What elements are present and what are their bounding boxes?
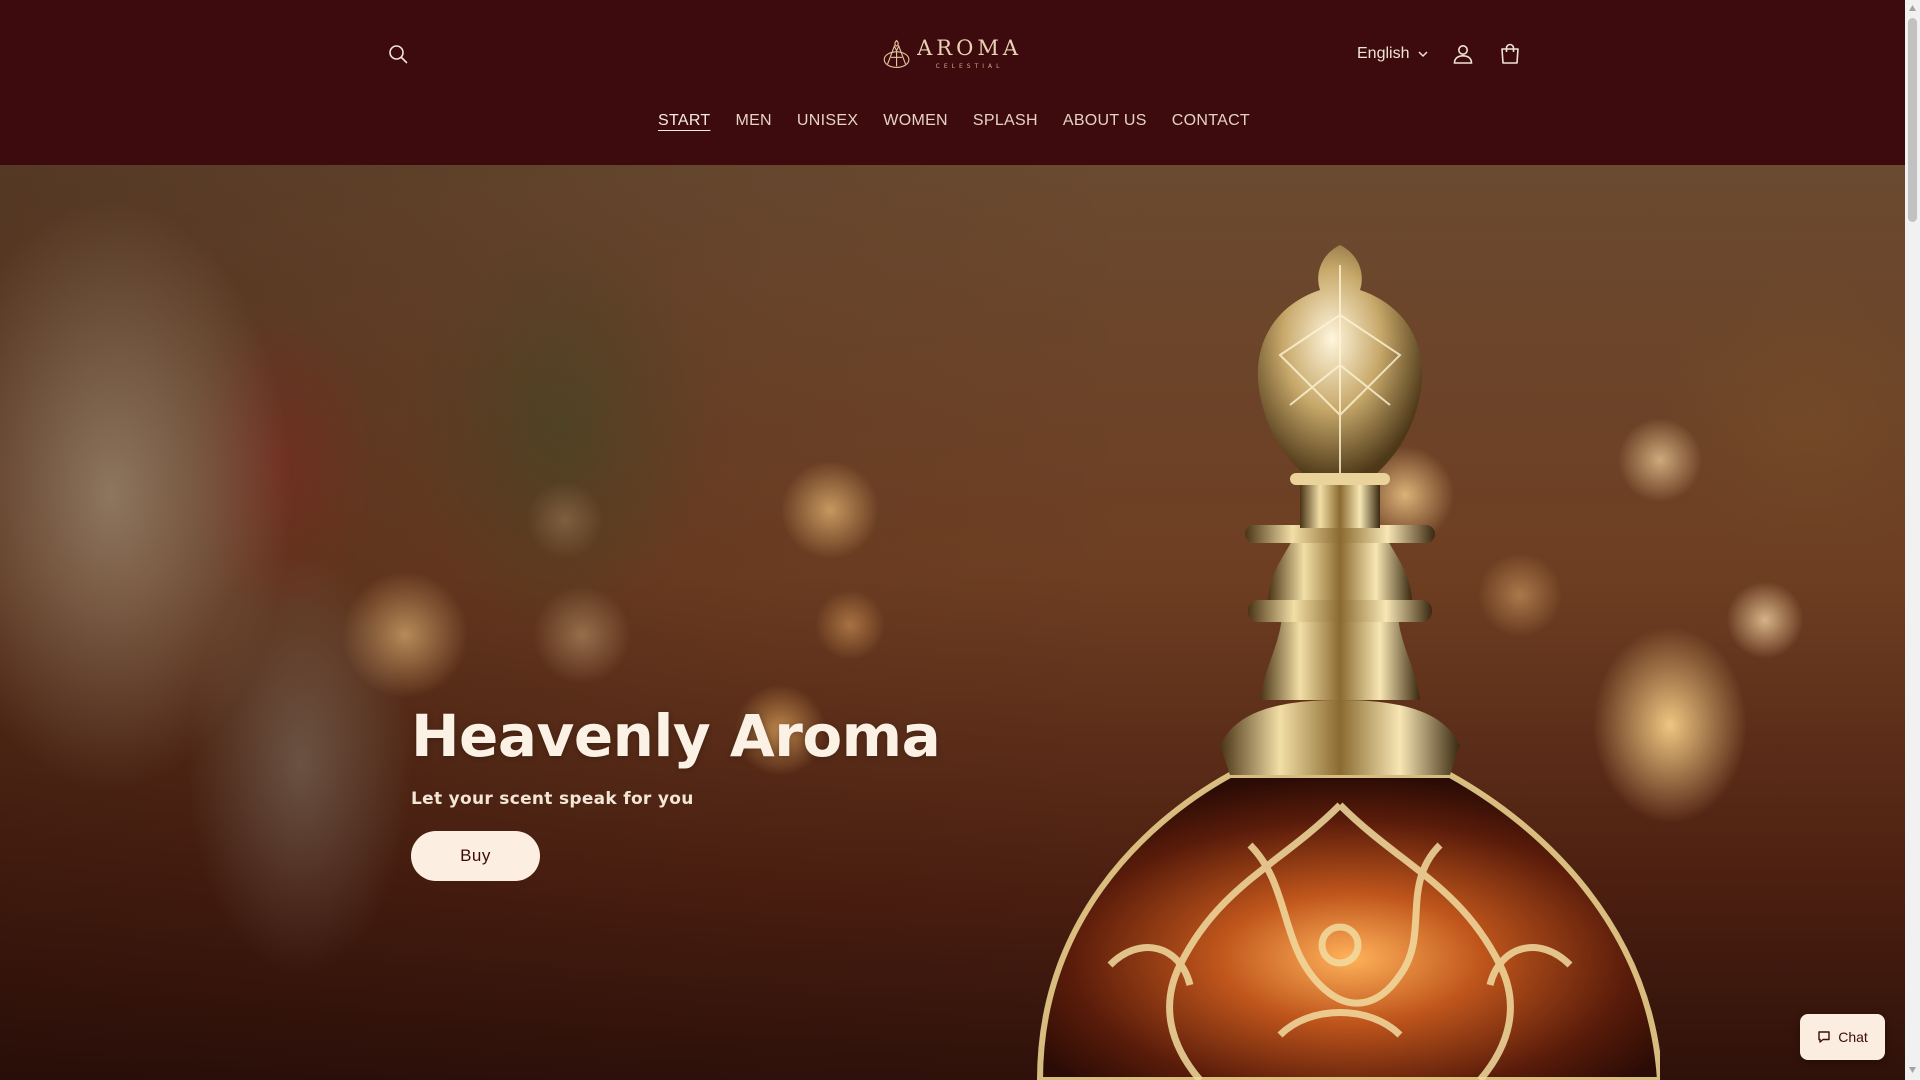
cart-button[interactable] [1488, 32, 1532, 76]
hero-subtitle: Let your scent speak for you [411, 788, 694, 809]
account-button[interactable] [1441, 32, 1485, 76]
scroll-up-arrow-icon[interactable] [1908, 4, 1917, 12]
buy-button[interactable]: Buy [411, 830, 540, 881]
nav-item-start[interactable]: START [645, 108, 722, 134]
account-icon [1453, 45, 1473, 64]
page-scrollbar[interactable] [1905, 0, 1920, 1080]
search-button[interactable] [376, 32, 420, 76]
language-label: English [1357, 45, 1410, 62]
logo-subtitle: CELESTIAL [935, 63, 1004, 70]
nav-item-about-us[interactable]: ABOUT US [1050, 108, 1159, 134]
search-icon [389, 45, 408, 64]
chat-icon [1818, 1031, 1830, 1043]
cart-icon [1501, 43, 1519, 64]
hero-title: Heavenly Aroma [411, 702, 941, 770]
scroll-thumb[interactable] [1908, 18, 1917, 222]
site-header: AROMA CELESTIAL English START MEN UNISEX… [0, 0, 1905, 165]
logo-wordmark: AROMA [917, 36, 1022, 60]
nav-item-unisex[interactable]: UNISEX [784, 108, 870, 134]
logo-mark-icon [883, 39, 910, 69]
language-selector[interactable]: English [1357, 40, 1429, 68]
hero-content: Heavenly Aroma Let your scent speak for … [411, 702, 941, 881]
chevron-down-icon [1418, 50, 1429, 57]
hero-banner: Heavenly Aroma Let your scent speak for … [0, 165, 1905, 1080]
scroll-down-arrow-icon[interactable] [1908, 1066, 1917, 1074]
perfume-bottle-image [1036, 245, 1660, 1080]
nav-item-women[interactable]: WOMEN [871, 108, 961, 134]
nav-item-contact[interactable]: CONTACT [1159, 108, 1262, 134]
chat-label: Chat [1838, 1029, 1868, 1045]
chat-button[interactable]: Chat [1800, 1014, 1885, 1060]
main-nav: START MEN UNISEX WOMEN SPLASH ABOUT US C… [0, 108, 1905, 134]
nav-item-men[interactable]: MEN [723, 108, 784, 134]
logo[interactable]: AROMA CELESTIAL [882, 26, 1022, 82]
nav-item-splash[interactable]: SPLASH [960, 108, 1050, 134]
